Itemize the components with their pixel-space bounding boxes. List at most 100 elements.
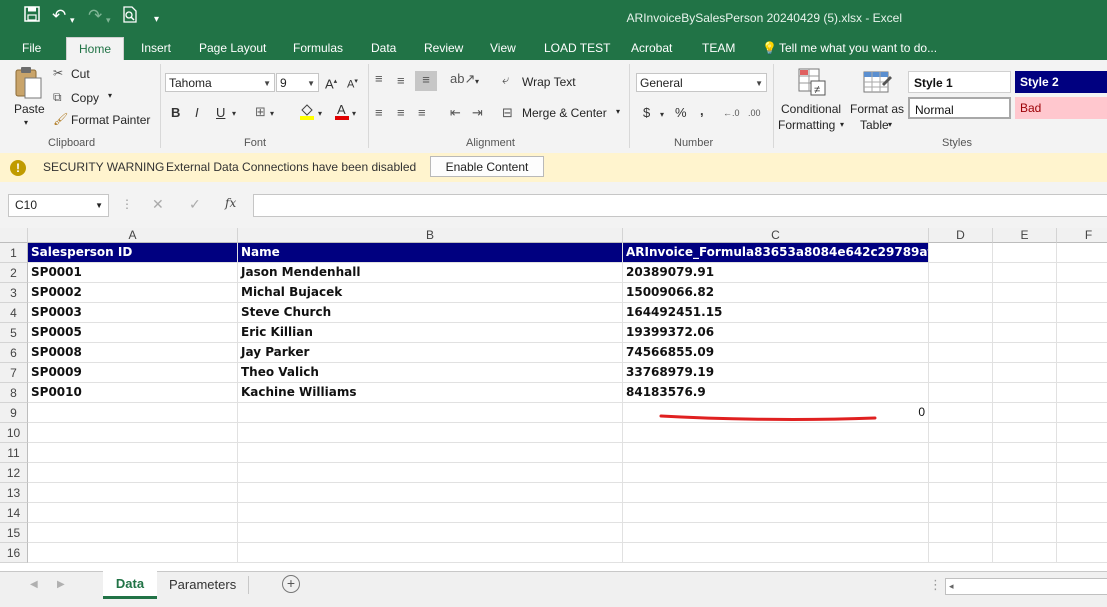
row-header-16[interactable]: 16: [0, 543, 28, 563]
column-header-b[interactable]: B: [238, 228, 623, 243]
cell-e10[interactable]: [993, 423, 1057, 443]
tab-acrobat[interactable]: Acrobat: [631, 36, 672, 60]
cell-f5[interactable]: [1057, 323, 1107, 343]
scroll-left-icon[interactable]: ◀: [30, 572, 38, 598]
cell-a11[interactable]: [28, 443, 238, 463]
select-all-corner[interactable]: [0, 228, 28, 243]
cell-e14[interactable]: [993, 503, 1057, 523]
cell-c13[interactable]: [623, 483, 929, 503]
cell-c8[interactable]: 84183576.9: [623, 383, 929, 403]
cell-a5[interactable]: SP0005: [28, 323, 238, 343]
tell-me-search[interactable]: Tell me what you want to do...: [779, 36, 937, 60]
cell-f2[interactable]: [1057, 263, 1107, 283]
cell-a9[interactable]: [28, 403, 238, 423]
column-header-d[interactable]: D: [929, 228, 993, 243]
cell-b11[interactable]: [238, 443, 623, 463]
increase-indent-icon[interactable]: ⇥: [472, 104, 483, 122]
merge-center-icon[interactable]: ⊟: [502, 104, 513, 122]
row-header-6[interactable]: 6: [0, 343, 28, 363]
cell-a3[interactable]: SP0002: [28, 283, 238, 303]
decrease-decimal-icon[interactable]: .00: [748, 104, 761, 122]
column-header-a[interactable]: A: [28, 228, 238, 243]
cell-d4[interactable]: [929, 303, 993, 323]
wrap-text-button[interactable]: Wrap Text: [522, 75, 576, 89]
cell-a12[interactable]: [28, 463, 238, 483]
scroll-right-icon[interactable]: ▶: [57, 572, 65, 598]
paste-button[interactable]: Paste: [14, 102, 45, 116]
row-header-15[interactable]: 15: [0, 523, 28, 543]
cell-b4[interactable]: Steve Church: [238, 303, 623, 323]
cell-e8[interactable]: [993, 383, 1057, 403]
tab-page-layout[interactable]: Page Layout: [199, 36, 266, 60]
comma-button[interactable]: ,: [700, 102, 704, 120]
underline-button[interactable]: U: [216, 104, 225, 122]
cell-d7[interactable]: [929, 363, 993, 383]
underline-dropdown-icon[interactable]: ▾: [232, 105, 236, 123]
fill-color-dropdown-icon[interactable]: ▾: [318, 105, 322, 123]
cell-b14[interactable]: [238, 503, 623, 523]
cell-a7[interactable]: SP0009: [28, 363, 238, 383]
cell-d13[interactable]: [929, 483, 993, 503]
cell-d15[interactable]: [929, 523, 993, 543]
cell-b5[interactable]: Eric Killian: [238, 323, 623, 343]
cell-c7[interactable]: 33768979.19: [623, 363, 929, 383]
row-header-10[interactable]: 10: [0, 423, 28, 443]
cell-a14[interactable]: [28, 503, 238, 523]
cell-c4[interactable]: 164492451.15: [623, 303, 929, 323]
cell-f7[interactable]: [1057, 363, 1107, 383]
cell-c16[interactable]: [623, 543, 929, 563]
format-as-table-dropdown-icon[interactable]: ▾: [888, 120, 892, 129]
sheet-tab-data[interactable]: Data: [103, 571, 157, 599]
cell-c10[interactable]: [623, 423, 929, 443]
row-header-2[interactable]: 2: [0, 263, 28, 283]
cell-d12[interactable]: [929, 463, 993, 483]
cell-e15[interactable]: [993, 523, 1057, 543]
scrollbar-left-arrow-icon[interactable]: ◂: [949, 579, 954, 594]
cell-d1[interactable]: [929, 243, 993, 263]
borders-dropdown-icon[interactable]: ▾: [270, 105, 274, 123]
cell-a8[interactable]: SP0010: [28, 383, 238, 403]
font-size-dropdown[interactable]: 9 ▼: [276, 73, 319, 92]
row-header-8[interactable]: 8: [0, 383, 28, 403]
align-center-icon[interactable]: ≡: [397, 104, 405, 122]
number-format-dropdown[interactable]: General ▼: [636, 73, 767, 92]
format-as-table-icon[interactable]: [862, 68, 892, 98]
tab-load-test[interactable]: LOAD TEST: [544, 36, 610, 60]
cell-d3[interactable]: [929, 283, 993, 303]
cell-e1[interactable]: [993, 243, 1057, 263]
cell-c5[interactable]: 19399372.06: [623, 323, 929, 343]
cell-c6[interactable]: 74566855.09: [623, 343, 929, 363]
cell-c1[interactable]: ARInvoice_Formula83653a8084e642c29789af2…: [623, 243, 929, 263]
cut-icon[interactable]: ✂: [53, 66, 63, 80]
cell-d8[interactable]: [929, 383, 993, 403]
row-header-9[interactable]: 9: [0, 403, 28, 423]
format-painter-icon[interactable]: 🖌: [53, 112, 68, 126]
cell-e13[interactable]: [993, 483, 1057, 503]
cell-d10[interactable]: [929, 423, 993, 443]
cell-e11[interactable]: [993, 443, 1057, 463]
align-left-icon[interactable]: ≡: [375, 104, 383, 122]
decrease-indent-icon[interactable]: ⇤: [450, 104, 461, 122]
column-header-e[interactable]: E: [993, 228, 1057, 243]
cell-a16[interactable]: [28, 543, 238, 563]
increase-decimal-icon[interactable]: ←.0: [723, 104, 740, 122]
cell-d6[interactable]: [929, 343, 993, 363]
new-sheet-icon[interactable]: +: [282, 575, 300, 593]
cell-b1[interactable]: Name: [238, 243, 623, 263]
tab-home[interactable]: Home: [66, 37, 125, 61]
insert-function-icon[interactable]: fx: [225, 196, 236, 210]
style-1-swatch[interactable]: Style 1: [908, 71, 1011, 93]
cell-a15[interactable]: [28, 523, 238, 543]
name-box[interactable]: C10 ▼: [8, 194, 109, 217]
align-bottom-icon[interactable]: ≡: [415, 71, 437, 91]
italic-button[interactable]: I: [195, 104, 199, 122]
style-2-swatch[interactable]: Style 2: [1015, 71, 1107, 93]
conditional-dropdown-icon[interactable]: ▾: [840, 120, 844, 129]
tab-insert[interactable]: Insert: [141, 36, 171, 60]
cell-b9[interactable]: [238, 403, 623, 423]
currency-dropdown-icon[interactable]: ▾: [660, 106, 664, 124]
font-color-icon[interactable]: A: [335, 102, 349, 125]
cell-f12[interactable]: [1057, 463, 1107, 483]
cell-c11[interactable]: [623, 443, 929, 463]
row-header-5[interactable]: 5: [0, 323, 28, 343]
